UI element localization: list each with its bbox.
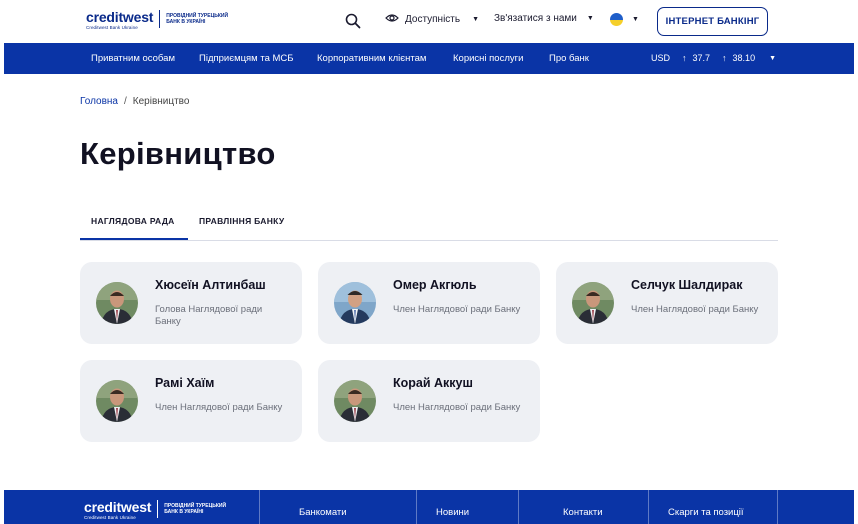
breadcrumb-current: Керівництво — [132, 96, 190, 107]
breadcrumb: Головна / Керівництво — [80, 96, 189, 107]
eye-icon — [385, 13, 399, 26]
chevron-down-icon: ▼ — [586, 15, 594, 22]
exchange-rates[interactable]: USD ↑ 37.7 ↑ 38.10 ▼ — [651, 53, 776, 63]
search-icon[interactable] — [345, 13, 361, 29]
member-role: Член Наглядової ради Банку — [393, 304, 521, 315]
member-name: Рамі Хаїм — [155, 376, 215, 390]
tab-management-board[interactable]: ПРАВЛІННЯ БАНКУ — [199, 216, 284, 226]
sell-rate: 38.10 — [732, 53, 756, 63]
nav-item-private[interactable]: Приватним особам — [91, 53, 175, 64]
page-title: Керівництво — [80, 136, 276, 171]
footer-link-contacts[interactable]: Контакти — [563, 507, 603, 518]
footer-divider — [416, 490, 417, 524]
active-tab-indicator — [80, 238, 188, 240]
member-card[interactable]: Селчук Шалдирак Член Наглядової ради Бан… — [556, 262, 778, 344]
currency-code: USD — [651, 53, 671, 63]
logo-wordmark: creditwest — [86, 9, 154, 25]
breadcrumb-home[interactable]: Головна — [80, 96, 118, 107]
footer-divider — [259, 490, 260, 524]
main-nav: Приватним особам Підприємцям та МСБ Корп… — [4, 43, 854, 74]
chevron-down-icon: ▼ — [769, 54, 777, 62]
footer-logo[interactable]: creditwest Creditwest Bank Ukraine ПРОВІ… — [84, 500, 234, 520]
member-role: Член Наглядової ради Банку — [155, 402, 283, 413]
nav-item-services[interactable]: Корисні послуги — [453, 53, 523, 64]
avatar — [96, 380, 138, 422]
footer-link-news[interactable]: Новини — [436, 507, 469, 518]
footer-logo-subtitle: Creditwest Bank Ukraine — [84, 515, 136, 520]
logo-subtitle: Creditwest Bank Ukraine — [86, 25, 138, 30]
bank-logo[interactable]: creditwest Creditwest Bank Ukraine ПРОВІ… — [86, 10, 236, 30]
footer-logo-wordmark: creditwest — [84, 499, 152, 515]
arrow-up-icon: ↑ — [722, 53, 727, 63]
avatar — [334, 380, 376, 422]
logo-divider — [159, 10, 161, 28]
footer-divider — [777, 490, 778, 524]
accessibility-label: Доступність — [405, 14, 461, 25]
chevron-down-icon: ▼ — [632, 16, 639, 23]
member-role: Член Наглядової ради Банку — [393, 402, 521, 413]
site-header: creditwest Creditwest Bank Ukraine ПРОВІ… — [0, 0, 858, 42]
footer-divider — [648, 490, 649, 524]
contact-menu[interactable]: Зв'язатися з нами ▼ — [494, 13, 594, 24]
member-name: Селчук Шалдирак — [631, 278, 743, 292]
avatar — [572, 282, 614, 324]
footer-logo-divider — [157, 500, 159, 518]
member-name: Хюсеїн Алтинбаш — [155, 278, 266, 292]
nav-item-corporate[interactable]: Корпоративним клієнтам — [317, 53, 426, 64]
member-card[interactable]: Омер Акгюль Член Наглядової ради Банку — [318, 262, 540, 344]
footer-divider — [518, 490, 519, 524]
chevron-down-icon: ▼ — [472, 16, 480, 23]
contact-label: Зв'язатися з нами — [494, 13, 577, 24]
member-role: Голова Наглядової ради Банку — [155, 304, 263, 327]
member-card[interactable]: Хюсеїн Алтинбаш Голова Наглядової ради Б… — [80, 262, 302, 344]
member-role: Член Наглядової ради Банку — [631, 304, 759, 315]
member-name: Корай Аккуш — [393, 376, 473, 390]
ukraine-flag-icon — [610, 13, 623, 26]
internet-banking-button[interactable]: ІНТЕРНЕТ БАНКІНГ — [657, 7, 768, 36]
footer-link-atms[interactable]: Банкомати — [299, 507, 347, 518]
arrow-up-icon: ↑ — [682, 53, 687, 63]
footer-logo-tagline: ПРОВІДНИЙ ТУРЕЦЬКИЙ БАНК В УКРАЇНІ — [164, 503, 227, 515]
tab-supervisory-board[interactable]: НАГЛЯДОВА РАДА — [91, 216, 175, 226]
nav-item-sme[interactable]: Підприємцям та МСБ — [199, 53, 294, 64]
avatar — [334, 282, 376, 324]
tabs-bar: НАГЛЯДОВА РАДА ПРАВЛІННЯ БАНКУ — [80, 205, 778, 241]
member-card[interactable]: Корай Аккуш Член Наглядової ради Банку — [318, 360, 540, 442]
footer-link-complaints[interactable]: Скарги та позиції — [668, 507, 744, 518]
member-card[interactable]: Рамі Хаїм Член Наглядової ради Банку — [80, 360, 302, 442]
logo-tagline: ПРОВІДНИЙ ТУРЕЦЬКИЙ БАНК В УКРАЇНІ — [166, 13, 229, 25]
accessibility-menu[interactable]: Доступність ▼ — [385, 13, 479, 26]
nav-item-about[interactable]: Про банк — [549, 53, 589, 64]
language-selector[interactable]: ▼ — [610, 13, 639, 26]
breadcrumb-separator: / — [124, 96, 127, 107]
site-footer: creditwest Creditwest Bank Ukraine ПРОВІ… — [4, 490, 854, 524]
buy-rate: 37.7 — [692, 53, 711, 63]
avatar — [96, 282, 138, 324]
member-name: Омер Акгюль — [393, 278, 477, 292]
